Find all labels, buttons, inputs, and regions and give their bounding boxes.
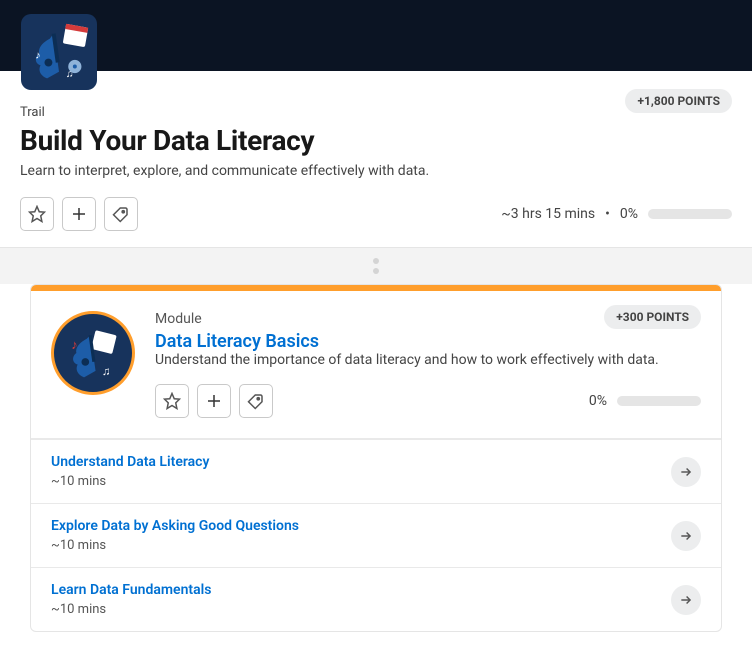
trail-kicker: Trail [20,105,732,120]
plus-icon [70,205,88,223]
trail-duration: ~3 hrs 15 mins [501,206,595,222]
unit-time: ~10 mins [51,538,299,553]
module-action-row: 0% [155,384,701,418]
svg-text:♪: ♪ [71,338,77,353]
metrics-separator: • [605,206,610,222]
plus-icon [205,392,223,410]
unit-row[interactable]: Understand Data Literacy ~10 mins [31,439,721,503]
trail-header: +1,800 POINTS Trail Build Your Data Lite… [0,71,752,248]
arrow-right-icon [679,529,693,543]
module-add-button[interactable] [197,384,231,418]
trail-action-row: ~3 hrs 15 mins • 0% [20,197,732,231]
svg-text:♪: ♪ [35,49,40,62]
tag-icon [112,205,130,223]
unit-row[interactable]: Explore Data by Asking Good Questions ~1… [31,503,721,567]
module-badge: ♪ ♫ [51,311,135,395]
module-illustration: ♪ ♫ [61,321,125,385]
unit-go-button[interactable] [671,585,701,615]
unit-go-button[interactable] [671,521,701,551]
unit-go-button[interactable] [671,457,701,487]
module-header: +300 POINTS ♪ ♫ Module Data Literacy Bas… [31,291,721,439]
module-spacer [0,248,752,284]
unit-time: ~10 mins [51,602,211,617]
module-progress-percent: 0% [589,393,607,409]
unit-title: Understand Data Literacy [51,454,209,470]
unit-title: Explore Data by Asking Good Questions [51,518,299,534]
tag-icon [247,392,265,410]
add-button[interactable] [62,197,96,231]
star-icon [28,205,46,223]
favorite-button[interactable] [20,197,54,231]
module-card: +300 POINTS ♪ ♫ Module Data Literacy Bas… [30,284,722,632]
drag-dots-icon [373,258,379,274]
unit-time: ~10 mins [51,474,209,489]
tag-button[interactable] [104,197,138,231]
unit-row[interactable]: Learn Data Fundamentals ~10 mins [31,567,721,631]
trail-title: Build Your Data Literacy [20,124,732,157]
module-favorite-button[interactable] [155,384,189,418]
module-action-buttons [155,384,273,418]
arrow-right-icon [679,465,693,479]
trail-subtitle: Learn to interpret, explore, and communi… [20,163,732,179]
module-subtitle: Understand the importance of data litera… [155,352,701,368]
trail-metrics: ~3 hrs 15 mins • 0% [501,206,732,222]
svg-text:♫: ♫ [102,364,111,378]
module-progress-bar [617,396,701,406]
unit-title: Learn Data Fundamentals [51,582,211,598]
trail-action-buttons [20,197,138,231]
trail-points-pill: +1,800 POINTS [625,89,732,113]
trail-progress-bar [648,209,732,219]
top-bar: ♪ ♫ [0,0,752,71]
star-icon [163,392,181,410]
arrow-right-icon [679,593,693,607]
module-points-pill: +300 POINTS [604,305,701,329]
trail-progress-percent: 0% [620,206,638,222]
module-title-link[interactable]: Data Literacy Basics [155,331,319,352]
module-tag-button[interactable] [239,384,273,418]
module-metrics: 0% [589,393,701,409]
